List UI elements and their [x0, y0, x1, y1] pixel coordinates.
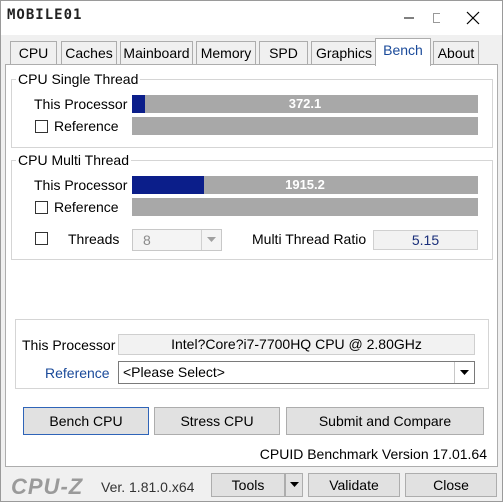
maximize-icon [433, 13, 440, 23]
single-this-value: 372.1 [288, 96, 322, 111]
reference-dropdown-button[interactable] [454, 362, 474, 383]
processor-this-label: This Processor [22, 337, 116, 353]
footer: CPU-Z Ver. 1.81.0.x64 Tools Validate Clo… [1, 469, 502, 501]
cpuz-window: MOBILE01 CPU Caches Mainboard Memory SPD… [0, 0, 503, 502]
multi-thread-title: CPU Multi Thread [18, 152, 130, 168]
svg-text:MOBILE01: MOBILE01 [7, 7, 82, 23]
tab-spd[interactable]: SPD [259, 41, 308, 65]
multi-reference-checkbox[interactable] [35, 201, 48, 214]
threads-dropdown-button[interactable] [201, 230, 221, 250]
tab-strip: CPU Caches Mainboard Memory SPD Graphics… [1, 35, 502, 66]
tab-bench[interactable]: Bench [375, 38, 431, 66]
multi-reference-label: Reference [54, 199, 119, 215]
title-bar: MOBILE01 [1, 1, 502, 35]
bench-panel: CPU Single Thread This Processor 372.1 R… [5, 64, 498, 467]
close-icon [466, 11, 480, 25]
single-thread-title: CPU Single Thread [18, 71, 139, 87]
maximize-button[interactable] [394, 1, 440, 35]
tab-caches[interactable]: Caches [61, 41, 117, 65]
multi-this-label: This Processor [34, 177, 128, 193]
threads-checkbox[interactable] [35, 232, 48, 245]
chevron-down-icon [207, 237, 216, 242]
single-reference-checkbox[interactable] [35, 120, 48, 133]
processor-name-value: Intel?Core?i7-7700HQ CPU @ 2.80GHz [118, 334, 475, 355]
tab-cpu[interactable]: CPU [10, 41, 57, 65]
multi-thread-ratio-label: Multi Thread Ratio [252, 231, 367, 247]
multi-this-value: 1915.2 [285, 177, 325, 192]
chevron-down-icon [460, 369, 469, 375]
threads-value: 8 [143, 232, 151, 248]
threads-label: Threads [68, 231, 120, 247]
multi-thread-ratio-value: 5.15 [373, 230, 478, 250]
multi-reference-bar [132, 198, 478, 216]
bench-cpu-button[interactable]: Bench CPU [23, 407, 149, 435]
chevron-down-icon [289, 482, 299, 487]
tab-mainboard[interactable]: Mainboard [120, 41, 193, 65]
multi-this-bar: 1915.2 [132, 176, 478, 194]
reference-select-value: <Please Select> [123, 364, 225, 380]
single-this-bar: 372.1 [132, 95, 478, 113]
benchmark-version: CPUID Benchmark Version 17.01.64 [259, 446, 487, 462]
tools-button[interactable]: Tools [211, 473, 285, 497]
reference-select[interactable]: <Please Select> [118, 361, 475, 384]
submit-and-compare-button[interactable]: Submit and Compare [286, 407, 484, 435]
close-window-button[interactable] [450, 1, 496, 35]
threads-select[interactable]: 8 [132, 229, 222, 251]
single-this-label: This Processor [34, 96, 128, 112]
single-reference-bar [132, 117, 478, 135]
tab-graphics[interactable]: Graphics [311, 41, 377, 65]
stress-cpu-button[interactable]: Stress CPU [154, 407, 280, 435]
mobile01-logo: MOBILE01 [6, 7, 128, 23]
reference-link[interactable]: Reference [45, 365, 110, 381]
tab-about[interactable]: About [433, 41, 479, 65]
version-label: Ver. 1.81.0.x64 [101, 479, 195, 495]
tools-dropdown-button[interactable] [285, 473, 303, 497]
validate-button[interactable]: Validate [308, 473, 400, 497]
close-button[interactable]: Close [405, 473, 497, 497]
cpuz-logo: CPU-Z [11, 474, 84, 499]
single-reference-label: Reference [54, 118, 119, 134]
tab-memory[interactable]: Memory [196, 41, 256, 65]
